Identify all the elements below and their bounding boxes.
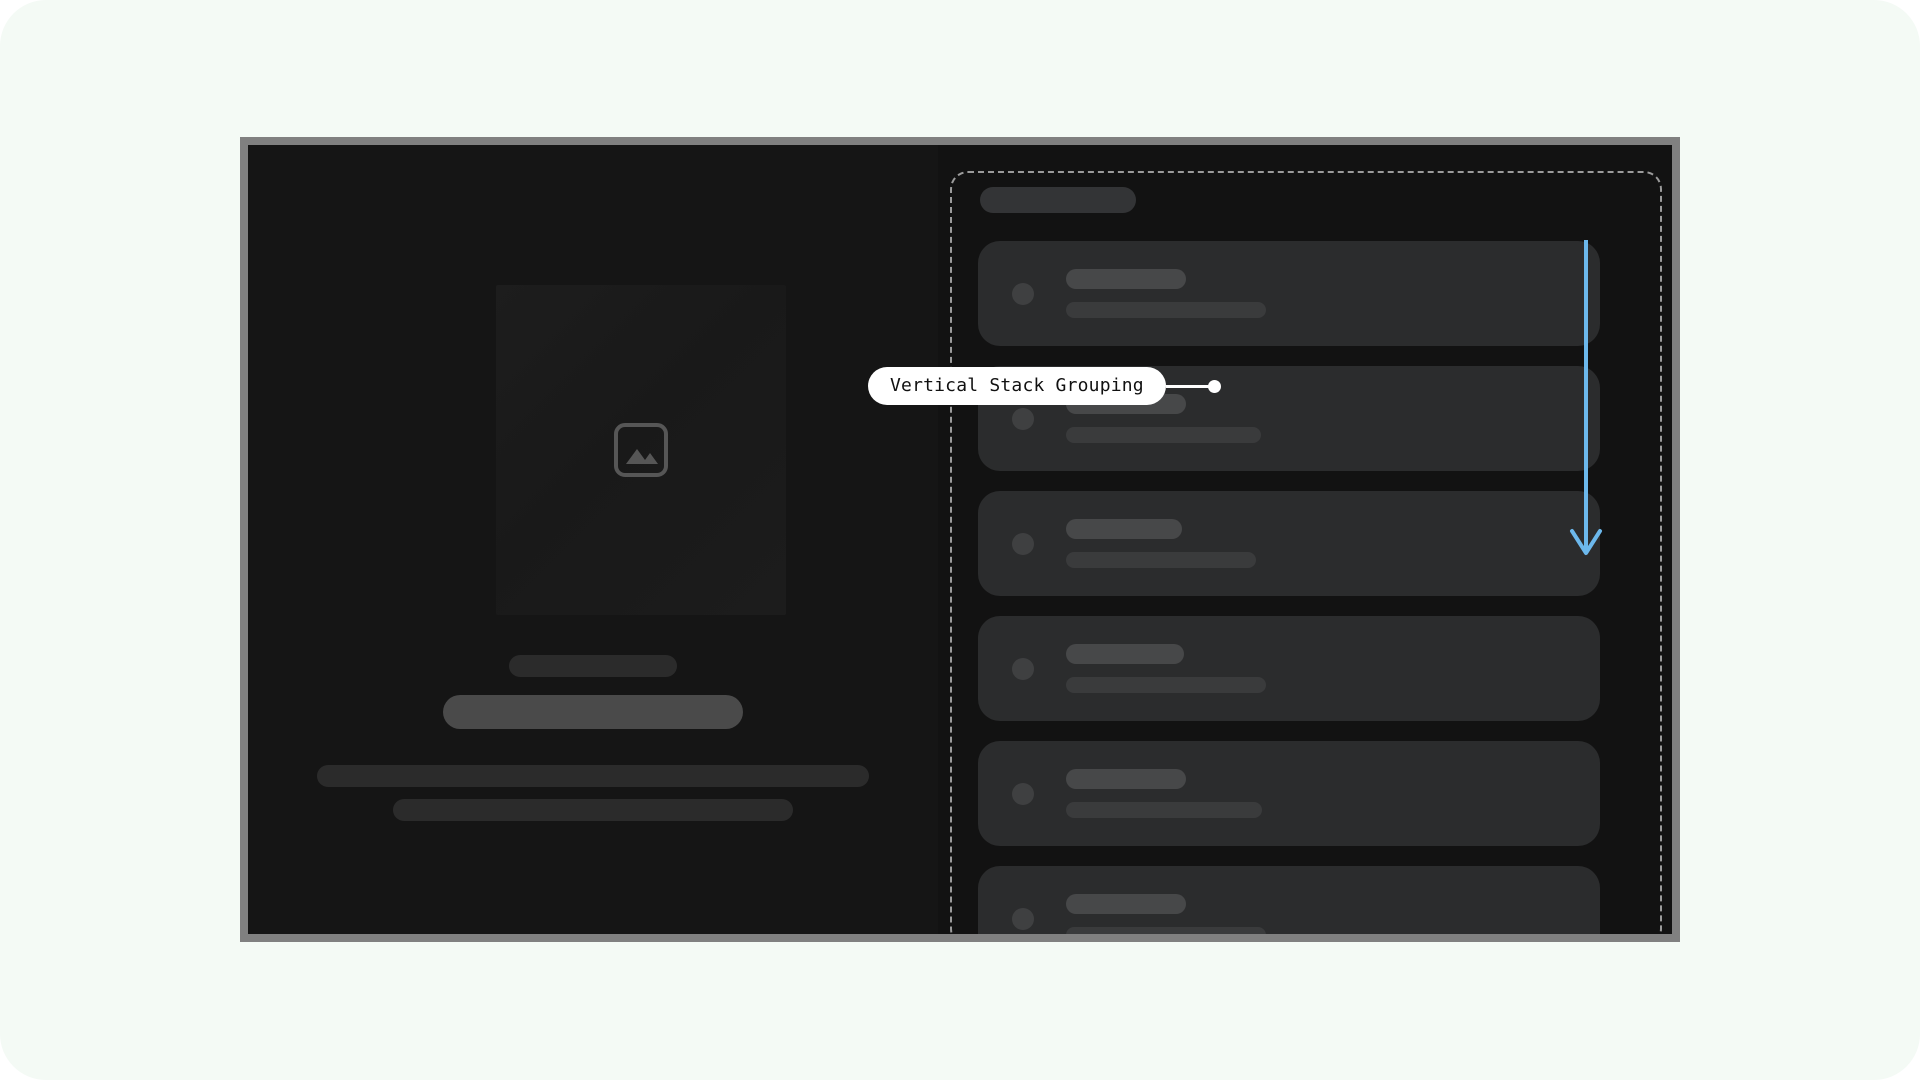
list-item[interactable] — [978, 741, 1600, 846]
list-item-subtitle-placeholder — [1066, 677, 1266, 693]
list-item-title-placeholder — [1066, 269, 1186, 289]
right-list-panel — [938, 145, 1672, 934]
left-text-placeholders — [248, 655, 938, 821]
list-item-text — [1066, 269, 1266, 318]
avatar — [1012, 282, 1034, 305]
annotation-label: Vertical Stack Grouping — [868, 367, 1166, 405]
list-item-subtitle-placeholder — [1066, 802, 1262, 818]
avatar — [1012, 657, 1034, 680]
vertical-flow-arrow-icon — [1570, 240, 1602, 555]
avatar — [1012, 532, 1034, 555]
list-item-text — [1066, 519, 1256, 568]
list-item-subtitle-placeholder — [1066, 927, 1266, 934]
list-item-subtitle-placeholder — [1066, 427, 1261, 443]
device-screen: Vertical Stack Grouping — [248, 145, 1672, 934]
list-item-title-placeholder — [1066, 769, 1186, 789]
annotation-leader-line — [1165, 384, 1210, 388]
image-placeholder-icon — [614, 423, 668, 477]
list-item-text — [1066, 894, 1266, 934]
page-canvas: Vertical Stack Grouping — [0, 0, 1920, 1080]
list-item[interactable] — [978, 491, 1600, 596]
list-header-placeholder — [980, 187, 1136, 213]
list-item-subtitle-placeholder — [1066, 302, 1266, 318]
list-item[interactable] — [978, 616, 1600, 721]
device-frame: Vertical Stack Grouping — [240, 137, 1680, 942]
list-item-title-placeholder — [1066, 894, 1186, 914]
list-item-title-placeholder — [1066, 519, 1182, 539]
media-placeholder — [496, 285, 786, 615]
list-item[interactable] — [978, 866, 1600, 934]
text-placeholder-bar — [317, 765, 869, 787]
annotation-anchor-dot — [1207, 379, 1221, 393]
list-item-text — [1066, 769, 1262, 818]
list-item-subtitle-placeholder — [1066, 552, 1256, 568]
avatar — [1012, 407, 1034, 430]
list-item[interactable] — [978, 241, 1600, 346]
text-placeholder-bar — [509, 655, 677, 677]
list-item-title-placeholder — [1066, 644, 1184, 664]
avatar — [1012, 782, 1034, 805]
annotation-callout: Vertical Stack Grouping — [868, 367, 1221, 405]
avatar — [1012, 907, 1034, 930]
text-placeholder-bar — [393, 799, 793, 821]
text-placeholder-bar-emphasis — [443, 695, 743, 729]
vertical-stack-list[interactable] — [978, 241, 1600, 934]
left-detail-panel — [248, 145, 938, 934]
list-item-text — [1066, 644, 1266, 693]
